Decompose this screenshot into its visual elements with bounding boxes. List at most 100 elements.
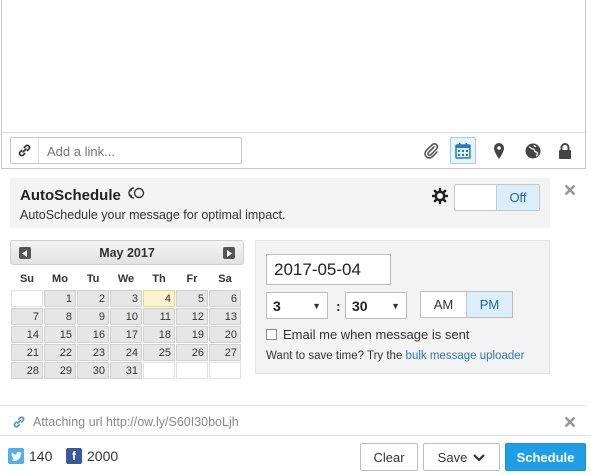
calendar-day[interactable]: 12: [176, 308, 208, 325]
twitter-count-value: 140: [29, 448, 53, 464]
chevron-down-icon: ▼: [391, 301, 400, 311]
calendar-day[interactable]: 8: [44, 308, 76, 325]
twitter-count: 140: [8, 448, 52, 464]
pm-button[interactable]: PM: [466, 292, 512, 317]
weekday-header: We: [117, 273, 135, 285]
weekday-row: Su Mo Tu We Th Fr Sa: [11, 269, 241, 289]
link-icon: [12, 415, 26, 432]
link-input[interactable]: [47, 142, 237, 160]
weekday-header: Tu: [86, 273, 100, 285]
lock-icon[interactable]: [552, 137, 578, 164]
attachment-text: Attaching url http://ow.ly/S60I30boLjh: [33, 415, 239, 429]
bulk-uploader-hint: Want to save time? Try the bulk message …: [266, 350, 524, 362]
link-box: [10, 137, 242, 164]
calendar-header: May 2017: [10, 240, 244, 265]
compose-window: AutoSchedule AutoSchedule your message f…: [0, 0, 591, 475]
paperclip-icon[interactable]: [418, 137, 444, 164]
weekday-header: Fr: [186, 273, 198, 285]
autoschedule-panel: AutoSchedule AutoSchedule your message f…: [10, 178, 550, 228]
calendar-empty-cell: [209, 362, 241, 379]
calendar-day[interactable]: 25: [143, 344, 175, 361]
calendar-day[interactable]: 3: [110, 290, 142, 307]
calendar-day[interactable]: 28: [11, 362, 43, 379]
calendar-day[interactable]: 10: [110, 308, 142, 325]
globe-icon[interactable]: [520, 137, 546, 164]
autoschedule-title: AutoSchedule: [20, 186, 145, 204]
calendar-day[interactable]: 16: [77, 326, 109, 343]
location-pin-icon[interactable]: [486, 137, 512, 164]
attachment-row: Attaching url http://ow.ly/S60I30boLjh: [0, 405, 586, 435]
facebook-count: f 2000: [66, 448, 118, 464]
calendar-day[interactable]: 31: [110, 362, 142, 379]
save-button[interactable]: Save: [423, 443, 500, 471]
close-autoschedule-icon[interactable]: [563, 183, 577, 197]
calendar-day[interactable]: 15: [44, 326, 76, 343]
calendar-day[interactable]: 20: [209, 326, 241, 343]
clear-button[interactable]: Clear: [360, 443, 418, 471]
twitter-icon: [8, 448, 24, 464]
calendar-day[interactable]: 29: [44, 362, 76, 379]
weekday-header: Mo: [52, 273, 68, 285]
date-input[interactable]: 2017-05-04: [266, 254, 391, 285]
calendar-day[interactable]: 18: [143, 326, 175, 343]
calendar-day[interactable]: 1: [44, 290, 76, 307]
calendar-day-selected[interactable]: 4: [143, 290, 175, 307]
calendar-day[interactable]: 30: [77, 362, 109, 379]
calendar-week-row: 14 15 16 17 18 19 20: [11, 326, 241, 343]
calendar-day[interactable]: 26: [176, 344, 208, 361]
calendar-body: 1 2 3 4 5 6 7 8 9 10 11 12 13 14 15 16 17 18 19 20 21 22 23 24 2…: [11, 290, 241, 379]
save-label: Save: [437, 449, 468, 465]
date-picker-calendar: May 2017 Su Mo Tu We Th Fr Sa 1 2 3 4 5 6 7 8 9 10 11 12 1…: [10, 240, 244, 394]
footer-bar: 140 f 2000 Clear Save Schedule: [0, 435, 591, 475]
calendar-day[interactable]: 2: [77, 290, 109, 307]
calendar-week-row: 21 22 23 24 25 26 27: [11, 344, 241, 361]
email-notify-label: Email me when message is sent: [283, 327, 470, 342]
calendar-day[interactable]: 11: [143, 308, 175, 325]
hour-select[interactable]: 3 ▼: [266, 292, 328, 319]
calendar-icon[interactable]: [450, 137, 476, 164]
calendar-day[interactable]: 5: [176, 290, 208, 307]
toggle-off-label: Off: [496, 185, 539, 210]
minute-select[interactable]: 30 ▼: [345, 292, 407, 319]
calendar-day[interactable]: 21: [11, 344, 43, 361]
autoschedule-toggle[interactable]: Off: [454, 184, 540, 211]
am-button[interactable]: AM: [421, 292, 466, 317]
calendar-day[interactable]: 13: [209, 308, 241, 325]
calendar-day[interactable]: 22: [44, 344, 76, 361]
calendar-day[interactable]: 27: [209, 344, 241, 361]
hour-value: 3: [273, 298, 281, 314]
weekday-header: Sa: [218, 273, 232, 285]
remove-attachment-icon[interactable]: [563, 415, 577, 429]
calendar-day[interactable]: 19: [176, 326, 208, 343]
calendar-empty-cell: [176, 362, 208, 379]
chevron-down-icon: ▼: [312, 301, 321, 311]
email-notify-checkbox[interactable]: [266, 329, 277, 340]
calendar-day[interactable]: 24: [110, 344, 142, 361]
link-icon: [11, 138, 39, 163]
calendar-day[interactable]: 6: [209, 290, 241, 307]
time-separator: :: [336, 298, 341, 314]
email-notify-row: Email me when message is sent: [266, 327, 469, 342]
composer-toolbar: [2, 132, 585, 168]
calendar-day[interactable]: 17: [110, 326, 142, 343]
facebook-icon: f: [66, 448, 82, 464]
schedule-button[interactable]: Schedule: [505, 443, 586, 471]
autoschedule-icon: [127, 186, 145, 204]
calendar-week-row: 7 8 9 10 11 12 13: [11, 308, 241, 325]
next-month-icon[interactable]: [223, 247, 235, 259]
message-composer[interactable]: [1, 0, 586, 169]
facebook-count-value: 2000: [87, 448, 119, 464]
calendar-day[interactable]: 14: [11, 326, 43, 343]
calendar-day[interactable]: 7: [11, 308, 43, 325]
gear-icon[interactable]: [431, 187, 449, 207]
time-panel: 2017-05-04 3 ▼ : 30 ▼ AM PM Email me whe…: [255, 240, 550, 374]
calendar-empty-cell: [11, 290, 43, 307]
autoschedule-description: AutoSchedule your message for optimal im…: [20, 208, 286, 222]
calendar-month-label: May 2017: [99, 246, 155, 260]
bulk-uploader-link[interactable]: bulk message uploader: [406, 350, 525, 362]
calendar-week-row: 28 29 30 31: [11, 362, 241, 379]
weekday-header: Th: [152, 273, 166, 285]
calendar-day[interactable]: 9: [77, 308, 109, 325]
am-pm-toggle: AM PM: [420, 291, 513, 318]
calendar-day[interactable]: 23: [77, 344, 109, 361]
